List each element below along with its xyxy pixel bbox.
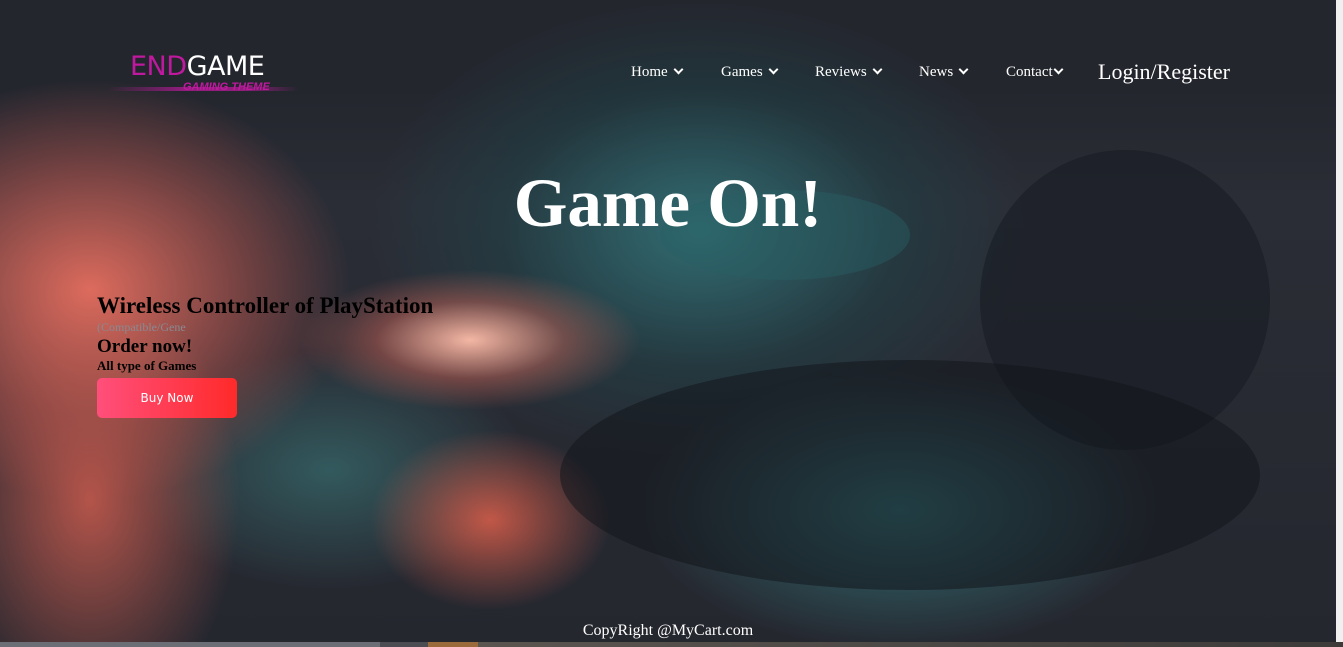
- chevron-down-icon: [768, 64, 779, 75]
- bottom-strip: [0, 642, 1343, 647]
- nav-news-label: News: [919, 64, 954, 80]
- nav-home-label: Home: [631, 64, 668, 80]
- logo[interactable]: ENDGAME GAMING THEME: [108, 51, 298, 93]
- nav-news[interactable]: News: [919, 64, 969, 81]
- nav-reviews[interactable]: Reviews: [815, 64, 883, 81]
- promo-subtitle: (Compatible/Gene: [97, 320, 186, 334]
- promo-title: Wireless Controller of PlayStation: [97, 293, 434, 318]
- buy-now-button[interactable]: Buy Now: [97, 378, 237, 418]
- footer-copyright: CopyRight @MyCart.com: [582, 622, 754, 639]
- chevron-down-icon: [1053, 64, 1064, 75]
- nav-reviews-label: Reviews: [815, 64, 867, 80]
- nav-games-label: Games: [721, 64, 763, 80]
- scrollbar[interactable]: [1336, 0, 1343, 642]
- promo-types-text: All type of Games: [97, 358, 197, 373]
- chevron-down-icon: [872, 64, 883, 75]
- login-register-link[interactable]: Login/Register: [1098, 59, 1230, 85]
- chevron-down-icon: [673, 64, 684, 75]
- nav-contact-label: Contact: [1006, 64, 1053, 80]
- nav-home[interactable]: Home: [631, 64, 684, 81]
- hero-headline: Game On!: [513, 165, 823, 241]
- logo-tagline: GAMING THEME: [183, 81, 270, 93]
- chevron-down-icon: [958, 64, 969, 75]
- logo-game: GAME: [186, 51, 265, 82]
- nav-contact[interactable]: Contact: [1006, 64, 1064, 81]
- logo-wordmark: ENDGAME: [130, 51, 265, 82]
- logo-end: END: [130, 51, 187, 82]
- promo-order-text: Order now!: [97, 336, 193, 357]
- nav-games[interactable]: Games: [721, 64, 779, 81]
- promo-block: Wireless Controller of PlayStation (Comp…: [97, 292, 433, 418]
